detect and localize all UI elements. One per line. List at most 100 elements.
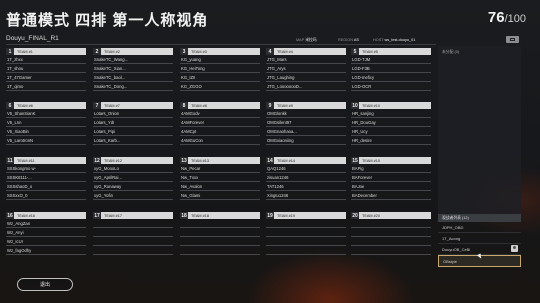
player-slot[interactable]: HR_sanjing	[351, 109, 431, 118]
team-header[interactable]: 20 TEAM #20	[351, 212, 431, 219]
player-slot[interactable]: BAForever	[351, 173, 431, 182]
player-slot[interactable]	[93, 219, 173, 228]
player-slot[interactable]: 1T_47Gamer	[6, 73, 86, 82]
player-slot[interactable]: SnakeTC_Wang...	[93, 55, 173, 64]
player-slot[interactable]: JTG_Arys	[266, 64, 346, 73]
player-slot[interactable]: LGD-meficy	[351, 73, 431, 82]
player-slot[interactable]: Wz_IcUI	[6, 237, 86, 246]
player-slot[interactable]	[351, 219, 431, 228]
player-slot[interactable]: HR_DouGay	[351, 118, 431, 127]
player-slot[interactable]	[266, 228, 346, 237]
user-icon[interactable]	[511, 245, 518, 252]
player-slot[interactable]: JTG_LoooooooD...	[266, 82, 346, 91]
team-header[interactable]: 11 TEAM #11	[6, 157, 86, 164]
player-slot[interactable]: Wz_fagOdhy	[6, 246, 86, 255]
player-slot[interactable]: SSSxxO_0	[6, 191, 86, 200]
team-header[interactable]: 1 TEAM #1	[6, 48, 86, 55]
room-info-button[interactable]	[506, 36, 519, 43]
player-slot[interactable]: BAJoe	[351, 182, 431, 191]
player-slot[interactable]: SnakeTC_baol...	[93, 73, 173, 82]
player-slot[interactable]	[180, 219, 260, 228]
player-slot[interactable]	[180, 228, 260, 237]
player-slot[interactable]: 1T_zhxx	[6, 55, 86, 64]
player-slot[interactable]	[351, 237, 431, 246]
player-slot[interactable]: Nw_Glami	[180, 191, 260, 200]
team-header[interactable]: 15 TEAM #15	[351, 157, 431, 164]
player-slot[interactable]: HR_Ucy	[351, 127, 431, 136]
player-slot[interactable]	[93, 237, 173, 246]
player-slot[interactable]	[266, 237, 346, 246]
player-slot[interactable]: SSSK8111-...	[6, 173, 86, 182]
team-header[interactable]: 17 TEAM #17	[93, 212, 173, 219]
player-slot[interactable]: SnakeTC_Xian...	[93, 64, 173, 73]
player-slot[interactable]: Nw_Pecar	[180, 164, 260, 173]
team-header[interactable]: 18 TEAM #18	[180, 212, 260, 219]
player-slot[interactable]: HR_desire	[351, 136, 431, 145]
observer-row[interactable]: 1T_Acong	[438, 233, 521, 244]
team-header[interactable]: 10 TEAM #10	[351, 102, 431, 109]
player-slot[interactable]: LGD-F3B	[351, 64, 431, 73]
player-slot[interactable]: V5_LarotronN	[6, 136, 86, 145]
player-slot[interactable]: 4AMGodv	[180, 109, 260, 118]
player-slot[interactable]: KG_ZGGO	[180, 82, 260, 91]
player-slot[interactable]: V5_ShanSianK	[6, 109, 86, 118]
team-header[interactable]: 13 TEAM #13	[180, 157, 260, 164]
player-slot[interactable]	[93, 246, 173, 255]
player-slot[interactable]	[351, 246, 431, 255]
player-slot[interactable]: LGD-TJM	[351, 55, 431, 64]
player-slot[interactable]: OMGxiaoniing	[266, 136, 346, 145]
player-slot[interactable]: Wz_AngZan	[6, 219, 86, 228]
player-slot[interactable]: QAQ1246	[266, 164, 346, 173]
player-slot[interactable]: OMGlonkk	[266, 109, 346, 118]
player-slot[interactable]: KG_IZII	[180, 73, 260, 82]
team-header[interactable]: 14 TEAM #14	[266, 157, 346, 164]
player-slot[interactable]: JTG_Mars	[266, 55, 346, 64]
player-slot[interactable]: V5_Lnn	[6, 118, 86, 127]
player-slot[interactable]: OMGnaohaoa...	[266, 127, 346, 136]
player-slot[interactable]: Xingtu1246	[266, 191, 346, 200]
player-slot[interactable]: BADecember	[351, 191, 431, 200]
player-slot[interactable]: xyG_Runaway	[93, 182, 173, 191]
team-header[interactable]: 9 TEAM #9	[266, 102, 346, 109]
player-slot[interactable]	[351, 228, 431, 237]
player-slot[interactable]: Lotars_Karb...	[93, 136, 173, 145]
team-header[interactable]: 16 TEAM #16	[6, 212, 86, 219]
player-slot[interactable]: KG_yuang	[180, 55, 260, 64]
player-slot[interactable]: 4AMForever	[180, 118, 260, 127]
team-header[interactable]: 2 TEAM #2	[93, 48, 173, 55]
player-slot[interactable]: Wz_Anyi	[6, 228, 86, 237]
player-slot[interactable]: SSSkongmo w-	[6, 164, 86, 173]
player-slot[interactable]: BAPig	[351, 164, 431, 173]
player-slot[interactable]: Nw_Avalon	[180, 182, 260, 191]
player-slot[interactable]: LGD-OCR	[351, 82, 431, 91]
player-slot[interactable]: JTG_Laughing	[266, 73, 346, 82]
team-header[interactable]: 5 TEAM #5	[351, 48, 431, 55]
player-slot[interactable]	[93, 228, 173, 237]
player-slot[interactable]: 4AMGuCon	[180, 136, 260, 145]
player-slot[interactable]: OMGsilent97	[266, 118, 346, 127]
player-slot[interactable]: xyG_MoooLo	[93, 164, 173, 173]
player-slot[interactable]: Lotars_YdI	[93, 118, 173, 127]
player-slot[interactable]: Lotars_Pipi	[93, 127, 173, 136]
player-slot[interactable]: KG_HeiTong	[180, 64, 260, 73]
observer-row[interactable]: JDPH_OBD	[438, 222, 521, 233]
exit-button[interactable]: 退出	[17, 278, 73, 291]
player-slot[interactable]	[180, 246, 260, 255]
player-slot[interactable]: TAT1246	[266, 182, 346, 191]
player-slot[interactable]	[266, 219, 346, 228]
team-header[interactable]: 3 TEAM #3	[180, 48, 260, 55]
team-header[interactable]: 6 TEAM #6	[6, 102, 86, 109]
player-slot[interactable]	[180, 237, 260, 246]
player-slot[interactable]: V5_XiaoBin	[6, 127, 86, 136]
player-slot[interactable]: Lotars_Onion	[93, 109, 173, 118]
team-header[interactable]: 12 TEAM #12	[93, 157, 173, 164]
team-header[interactable]: 8 TEAM #8	[180, 102, 260, 109]
player-slot[interactable]: xyG_Yofin	[93, 191, 173, 200]
player-slot[interactable]: 1T_shou	[6, 64, 86, 73]
player-slot[interactable]: SSSshaoD_o	[6, 182, 86, 191]
team-header[interactable]: 4 TEAM #4	[266, 48, 346, 55]
player-slot[interactable]: Nw_Txxx	[180, 173, 260, 182]
player-slot[interactable]: 1T_qimo	[6, 82, 86, 91]
player-slot[interactable]: 4AMCpt	[180, 127, 260, 136]
team-header[interactable]: 7 TEAM #7	[93, 102, 173, 109]
